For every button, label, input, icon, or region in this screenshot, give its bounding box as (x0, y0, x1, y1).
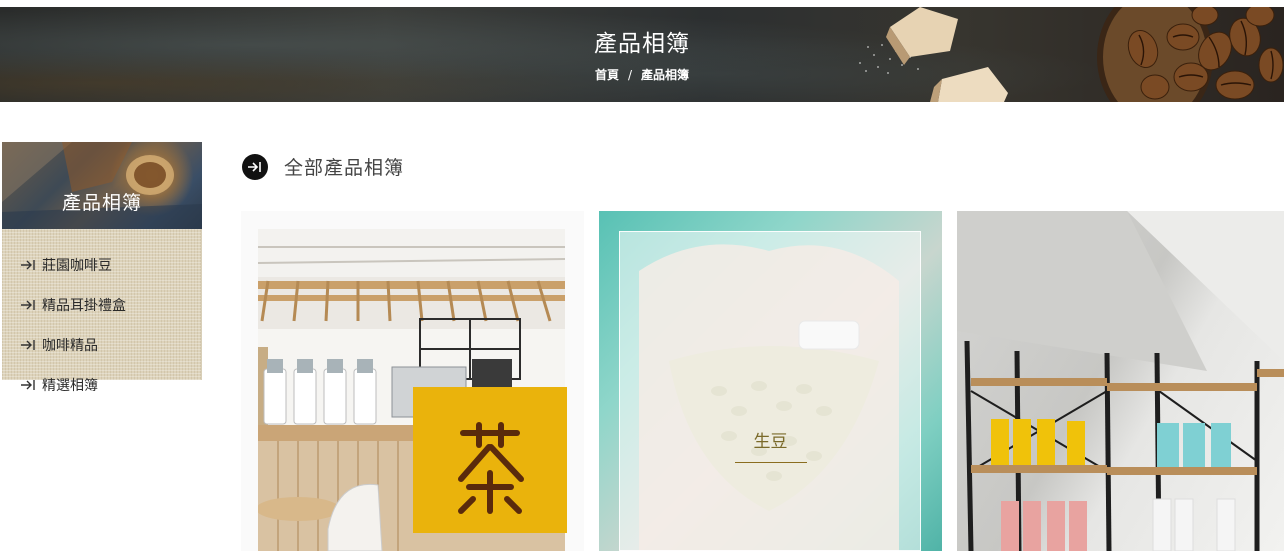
album-card-green-beans[interactable]: 生豆 (599, 211, 942, 551)
sidebar-item-featured-album[interactable]: 精選相簿 (20, 375, 201, 395)
brand-logo (458, 422, 524, 514)
sidebar-item-label: 精品耳掛禮盒 (42, 298, 126, 314)
coffee-shelf-image (957, 211, 1284, 551)
album-card-shelf[interactable] (957, 211, 1284, 551)
arrow-right-bar-icon (21, 380, 35, 390)
banner-title: 產品相簿 (594, 31, 690, 57)
sidebar-item-label: 咖啡精品 (42, 338, 98, 354)
arrow-right-bar-icon (21, 340, 35, 350)
sidebar-item-label: 精選相簿 (42, 378, 98, 394)
card-overlay-frame (619, 231, 921, 551)
circle-arrow-icon (242, 153, 268, 180)
brand-logo-block (413, 387, 567, 533)
section-title: 全部產品相簿 (284, 157, 405, 179)
sidebar-item-coffee-goods[interactable]: 咖啡精品 (20, 335, 201, 355)
breadcrumb-separator: / (627, 68, 633, 82)
sidebar-title: 產品相簿 (61, 192, 142, 214)
card-label: 生豆 (753, 432, 788, 452)
sidebar-item-label: 莊園咖啡豆 (42, 258, 112, 274)
sidebar-item-drip-gift-box[interactable]: 精品耳掛禮盒 (20, 295, 201, 315)
album-card-cafe[interactable] (241, 211, 584, 551)
card-label-underline (735, 462, 807, 463)
arrow-right-bar-icon (21, 260, 35, 270)
section-header: 全部產品相簿 (242, 153, 404, 180)
sidebar-header: 產品相簿 (2, 142, 202, 229)
sidebar-header-image (2, 142, 202, 229)
sidebar: 產品相簿 莊園咖啡豆 精品耳掛禮盒 咖啡精品 精選相簿 (2, 142, 202, 394)
breadcrumb-home-link[interactable]: 首頁 (595, 68, 619, 82)
breadcrumb: 首頁 / 產品相簿 (0, 66, 1284, 83)
sidebar-item-estate-coffee[interactable]: 莊園咖啡豆 (20, 255, 201, 275)
arrow-right-bar-icon (21, 300, 35, 310)
sidebar-menu: 莊園咖啡豆 精品耳掛禮盒 咖啡精品 精選相簿 (2, 229, 202, 394)
page-banner: 產品相簿 首頁 / 產品相簿 (0, 7, 1284, 102)
breadcrumb-current: 產品相簿 (641, 68, 690, 82)
